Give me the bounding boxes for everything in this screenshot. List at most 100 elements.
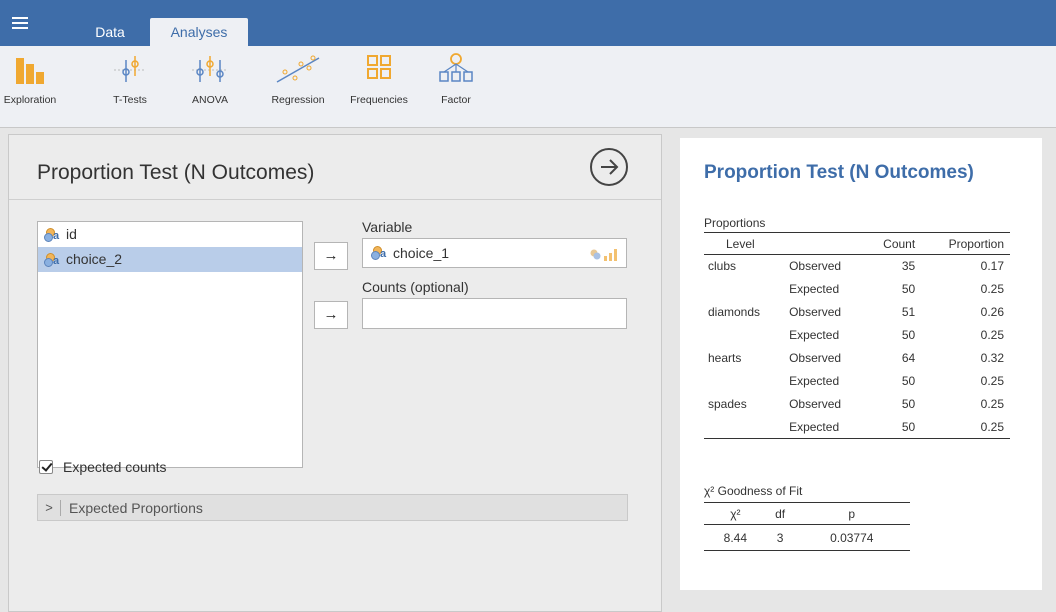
tab-data[interactable]: Data [78, 18, 142, 46]
ribbon-label: Regression [271, 94, 325, 106]
analysis-title: Proportion Test (N Outcomes) [37, 161, 315, 184]
type-cell: Observed [789, 305, 842, 319]
proportion-cell: 0.32 [980, 351, 1004, 365]
ribbon-label: ANOVA [192, 94, 228, 106]
variable-item-choice-2[interactable]: a choice_2 [38, 247, 302, 272]
section-divider [60, 499, 61, 516]
proportions-table: Level Count Proportion clubs Observed 35… [704, 232, 1010, 439]
count-cell: 51 [901, 305, 916, 319]
level-cell: clubs [708, 259, 737, 274]
expected-counts-checkbox[interactable] [39, 460, 53, 474]
ribbon-t-tests[interactable]: T-Tests [100, 52, 160, 122]
analyses-ribbon: Exploration T-Tests ANOVA Regression Fre… [0, 46, 1056, 128]
df-value: 3 [766, 524, 794, 551]
proportion-cell: 0.25 [980, 374, 1004, 388]
type-cell: Observed [789, 259, 842, 274]
type-cell: Observed [789, 351, 842, 365]
ribbon-label: Frequencies [350, 94, 408, 106]
chi-square-value: 8.44 [704, 524, 767, 551]
move-to-counts-button[interactable]: → [314, 301, 348, 329]
header-proportion: Proportion [921, 232, 1010, 255]
level-cell: hearts [708, 351, 742, 365]
table-row: Expected 50 0.25 [704, 415, 1010, 439]
variable-field-value: choice_1 [393, 245, 450, 261]
table-row: Expected 50 0.25 [704, 324, 1010, 347]
variable-item-label: choice_2 [66, 251, 123, 267]
expected-counts-option[interactable]: Expected counts [39, 459, 167, 475]
count-cell: 50 [901, 328, 916, 342]
nominal-variable-icon: a [371, 246, 389, 260]
p-value: 0.03774 [793, 524, 910, 551]
arrow-right-icon: → [323, 306, 339, 323]
table-row: Expected 50 0.25 [704, 370, 1010, 393]
ribbon-factor[interactable]: Factor [430, 52, 482, 122]
results-panel: Proportion Test (N Outcomes) Proportion s… [680, 138, 1042, 590]
t-tests-icon [114, 56, 146, 82]
count-cell: 35 [901, 259, 916, 274]
menu-icon[interactable] [10, 14, 30, 32]
header-p: p [793, 502, 910, 525]
header-df: df [766, 502, 794, 525]
run-arrow-button[interactable] [590, 148, 628, 186]
table-row: 8.44 3 0.03774 [704, 524, 910, 551]
level-cell: diamonds [708, 305, 761, 319]
table-row: Expected 50 0.25 [704, 278, 1010, 301]
variable-item-id[interactable]: a id [38, 222, 302, 247]
type-cell: Expected [785, 415, 867, 439]
exploration-icon [16, 58, 44, 84]
variable-field[interactable]: a choice_1 [362, 238, 627, 268]
ribbon-exploration[interactable]: Exploration [0, 52, 60, 122]
table-row: spades Observed 50 0.25 [704, 393, 1010, 416]
regression-icon [276, 55, 320, 83]
variable-list[interactable]: a id a choice_2 [37, 221, 303, 468]
count-cell: 50 [901, 374, 916, 388]
level-cell: spades [708, 397, 747, 411]
variable-field-label: Variable [362, 219, 413, 235]
expected-proportions-section[interactable]: > Expected Proportions [37, 494, 628, 521]
goodness-of-fit-caption: χ² Goodness of Fit [704, 484, 803, 498]
results-title: Proportion Test (N Outcomes) [704, 162, 974, 183]
count-cell: 50 [901, 397, 916, 411]
type-cell: Expected [789, 328, 840, 342]
ribbon-regression[interactable]: Regression [262, 52, 334, 122]
proportion-cell: 0.25 [921, 415, 1010, 439]
proportion-cell: 0.17 [980, 259, 1004, 274]
arrow-right-icon: → [323, 247, 339, 264]
table-row: hearts Observed 64 0.32 [704, 347, 1010, 370]
frequencies-icon [367, 55, 391, 79]
header-blank [785, 232, 867, 255]
type-cell: Expected [789, 374, 840, 388]
header-chi-square: χ² [704, 502, 767, 525]
analysis-options-panel: Proportion Test (N Outcomes) a id a choi… [8, 134, 662, 612]
expected-counts-label: Expected counts [63, 459, 167, 475]
table-row: diamonds Observed 51 0.26 [704, 301, 1010, 324]
count-cell: 50 [866, 415, 922, 439]
table-row: clubs Observed 35 0.17 [704, 255, 1010, 278]
tab-analyses[interactable]: Analyses [150, 18, 248, 46]
proportion-cell: 0.26 [980, 305, 1004, 319]
counts-field-label: Counts (optional) [362, 279, 469, 295]
move-to-variable-button[interactable]: → [314, 242, 348, 270]
arrow-right-icon [601, 159, 619, 175]
type-cell: Observed [789, 397, 842, 411]
ribbon-label: T-Tests [113, 94, 147, 106]
title-divider [9, 199, 661, 200]
nominal-variable-icon: a [44, 252, 62, 267]
type-cell: Expected [789, 282, 840, 296]
ribbon-label: Exploration [3, 94, 57, 106]
ribbon-label: Factor [441, 94, 471, 106]
count-cell: 50 [901, 282, 916, 296]
chevron-right-icon: > [45, 500, 53, 515]
header-level: Level [704, 232, 786, 255]
top-bar: Data Analyses [0, 0, 1056, 46]
counts-field[interactable] [362, 298, 627, 329]
count-cell: 64 [901, 351, 916, 365]
factor-icon [439, 53, 473, 82]
proportion-cell: 0.25 [980, 397, 1004, 411]
variable-type-icon [590, 249, 617, 261]
ribbon-frequencies[interactable]: Frequencies [342, 52, 416, 122]
header-count: Count [866, 232, 922, 255]
proportion-cell: 0.25 [980, 282, 1004, 296]
nominal-variable-icon: a [44, 227, 62, 242]
ribbon-anova[interactable]: ANOVA [180, 52, 240, 122]
